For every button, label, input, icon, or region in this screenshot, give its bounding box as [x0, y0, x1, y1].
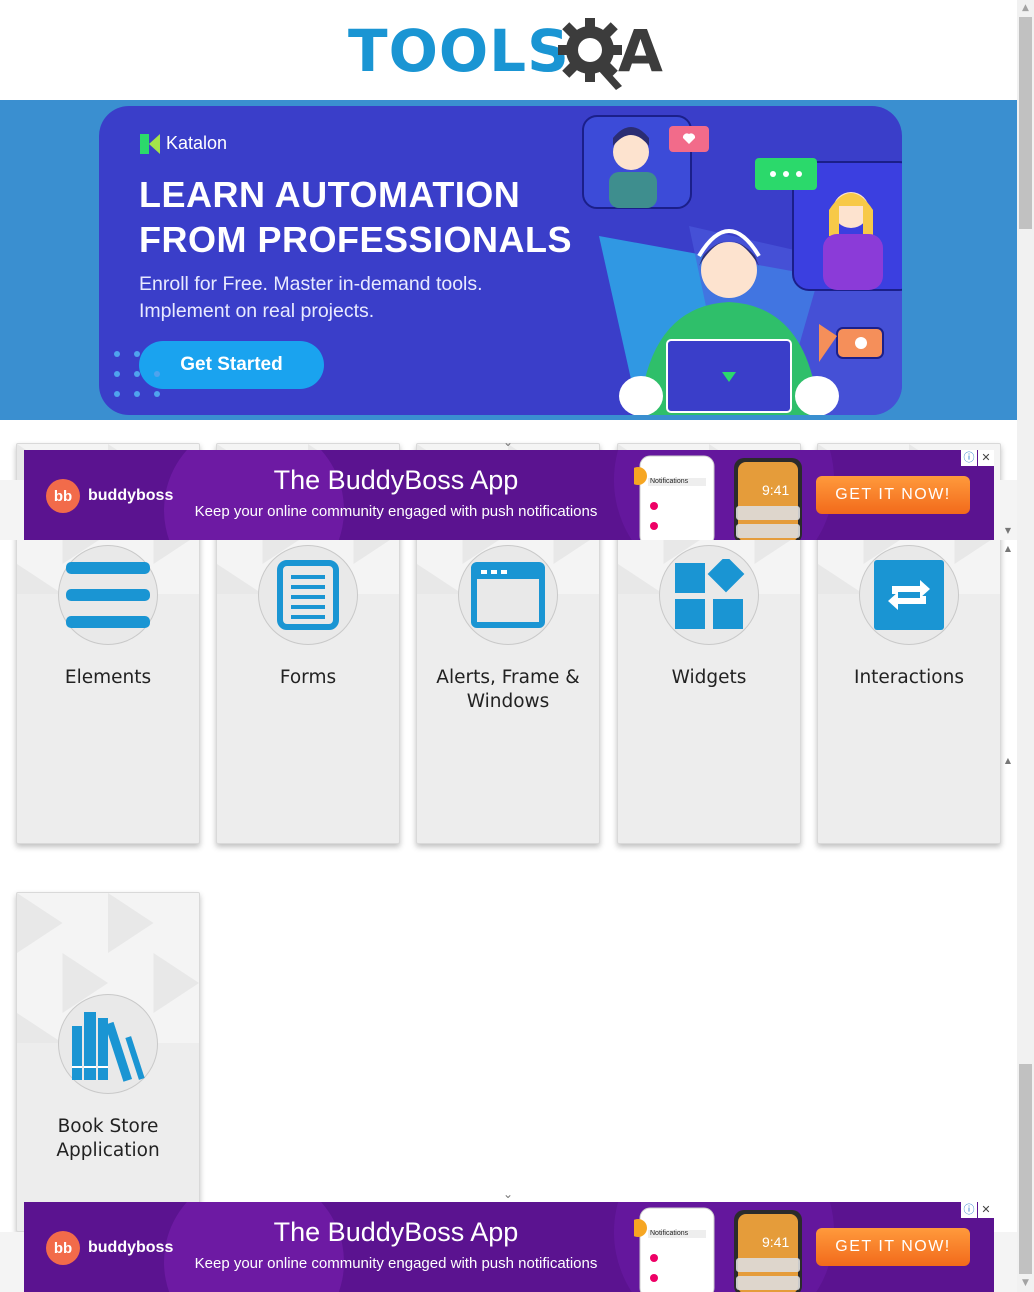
banner-subtext: Enroll for Free. Master in-demand tools.… — [139, 271, 559, 325]
logo-suffix: A — [618, 17, 663, 85]
logo-text: TOOLS — [348, 17, 570, 85]
ad-subtitle: Keep your online community engaged with … — [194, 1255, 598, 1272]
ad-phone-header: Notifications — [650, 478, 689, 485]
subtext-line-1: Enroll for Free. Master in-demand tools. — [139, 273, 483, 295]
card-book-store[interactable]: Book Store Application — [16, 892, 200, 1232]
buddyboss-logo-icon: bb — [46, 479, 80, 513]
chevron-down-icon[interactable]: ⌄ — [500, 436, 516, 448]
card-icon-circle — [659, 545, 759, 645]
card-icon-circle — [58, 545, 158, 645]
katalon-brand: Katalon — [140, 133, 227, 154]
ad-title: The BuddyBoss App — [273, 1217, 519, 1247]
card-title: Book Store Application — [25, 1115, 191, 1163]
card-title: Forms — [279, 667, 337, 688]
card-title: Interactions — [853, 667, 964, 688]
ad-brand: bb buddyboss — [46, 479, 173, 513]
buddyboss-logo-icon: bb — [46, 1231, 80, 1265]
ad-brand-name: buddyboss — [88, 487, 174, 504]
toolsqa-logo[interactable]: TOOLS A — [348, 14, 672, 90]
card-icon-circle — [58, 994, 158, 1094]
headline-line-1: LEARN AUTOMATION — [139, 174, 521, 215]
get-it-now-button[interactable]: GET IT NOW! — [816, 476, 970, 514]
iframe-scroll-up-icon[interactable]: ▲ — [1001, 544, 1015, 554]
books-icon — [72, 1012, 145, 1082]
ad-phone-header: Notifications — [650, 1230, 689, 1237]
get-it-now-button[interactable]: GET IT NOW! — [816, 1228, 970, 1266]
brand-name: Katalon — [166, 133, 228, 153]
card-title-text: Alerts, Frame & Windows — [436, 667, 580, 712]
dots-decoration-icon — [114, 351, 160, 397]
widgets-icon — [675, 559, 745, 629]
headline-line-2: FROM PROFESSIONALS — [139, 219, 573, 260]
card-title: Widgets — [671, 667, 747, 688]
card-icon-circle — [859, 545, 959, 645]
ad-info-icon[interactable]: ⓘ — [961, 1202, 977, 1218]
buddyboss-ad[interactable]: bb buddyboss The BuddyBoss App Keep your… — [24, 450, 994, 540]
scrollbar-thumb-secondary[interactable] — [1019, 1064, 1032, 1274]
forms-icon — [277, 560, 339, 630]
window-icon — [471, 562, 545, 628]
ad-close-icon[interactable]: ✕ — [978, 1202, 994, 1218]
card-icon-circle — [258, 545, 358, 645]
buddyboss-ad[interactable]: bb buddyboss The BuddyBoss App Keep your… — [24, 1202, 994, 1292]
iframe-scroll-down-icon[interactable]: ▼ — [1001, 526, 1015, 536]
ad-phone-time: 9:41 — [762, 482, 790, 498]
scroll-down-icon[interactable]: ▼ — [1017, 1275, 1034, 1292]
page: TOOLS A Katalon LEARN AUTOMATION FROM PR… — [0, 0, 1017, 1292]
katalon-logo-icon — [140, 133, 160, 154]
chevron-down-icon[interactable]: ⌄ — [500, 1188, 516, 1200]
card-icon-circle — [458, 545, 558, 645]
subtext-line-2: Implement on real projects. — [139, 300, 375, 322]
card-title-text: Book Store Application — [56, 1116, 160, 1161]
scroll-up-icon[interactable]: ▲ — [1017, 0, 1034, 17]
ad-close-icon[interactable]: ✕ — [978, 450, 994, 466]
scrollbar-thumb[interactable] — [1019, 17, 1032, 229]
katalon-banner[interactable]: Katalon LEARN AUTOMATION FROM PROFESSION… — [99, 106, 902, 415]
ad-brand: bb buddyboss — [46, 1231, 173, 1265]
iframe-scroll-up-icon[interactable]: ▲ — [1001, 756, 1015, 766]
elements-icon — [66, 562, 150, 628]
ad-title: The BuddyBoss App — [273, 465, 519, 495]
learning-illustration-icon — [582, 115, 902, 415]
card-title: Elements — [64, 667, 152, 688]
banner-headline: LEARN AUTOMATION FROM PROFESSIONALS — [139, 172, 609, 262]
card-title: Alerts, Frame & Windows — [425, 666, 591, 714]
ad-info-icon[interactable]: ⓘ — [961, 450, 977, 466]
site-header: TOOLS A — [0, 0, 1017, 100]
page-scrollbar[interactable]: ▲ ▼ — [1017, 0, 1034, 1292]
ad-phone-time: 9:41 — [762, 1234, 790, 1250]
ad-brand-name: buddyboss — [88, 1239, 174, 1256]
ad-subtitle: Keep your online community engaged with … — [194, 503, 598, 520]
interactions-icon — [874, 560, 944, 630]
